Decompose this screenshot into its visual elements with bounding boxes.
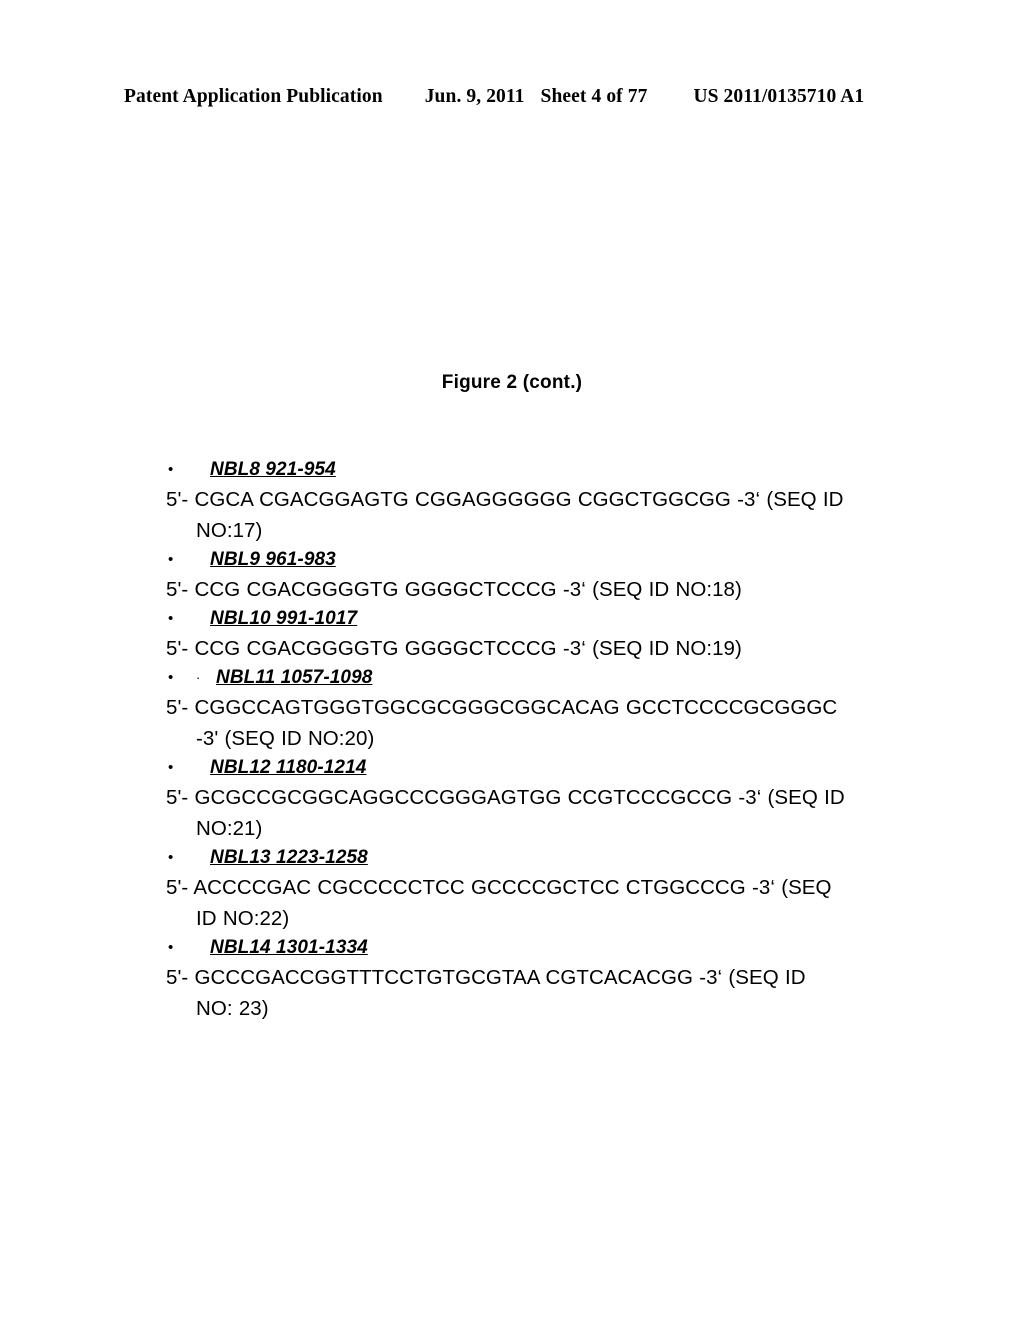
sequence-name-label: NBL12 1180-1214 xyxy=(210,757,367,778)
sequence-text-line2: NO:17) xyxy=(196,519,263,542)
bullet-icon: • xyxy=(168,849,174,866)
publication-date: Jun. 9, 2011 xyxy=(424,86,525,107)
sequence-entry: • · NBL11 1057-1098 5'- CGGCCAGTGGGTGGCG… xyxy=(166,664,886,754)
sequence-label-row: • NBL13 1223-1258 xyxy=(166,844,886,872)
sequence-entry: • NBL13 1223-1258 5'- ACCCCGAC CGCCCCCTC… xyxy=(166,844,886,934)
sequence-entry: • NBL8 921-954 5'- CGCA CGACGGAGTG CGGAG… xyxy=(166,456,886,546)
sequence-text-line2: NO: 23) xyxy=(196,997,269,1020)
bullet-icon: • xyxy=(168,759,174,776)
bullet-icon: • xyxy=(168,551,174,568)
patent-page: Patent Application Publication Jun. 9, 2… xyxy=(0,0,1024,1320)
sequence-entry: • NBL10 991-1017 5'- CCG CGACGGGGTG GGGG… xyxy=(166,605,886,664)
figure-title: Figure 2 (cont.) xyxy=(441,372,583,393)
sequence-label-row: • NBL8 921-954 xyxy=(166,456,886,484)
sequence-entry: • NBL9 961-983 5'- CCG CGACGGGGTG GGGGCT… xyxy=(166,546,886,605)
sequence-label-row: • · NBL11 1057-1098 xyxy=(166,664,886,692)
sequence-text-line1: 5'- CCG CGACGGGGTG GGGGCTCCCG -3‘ (SEQ I… xyxy=(166,637,742,660)
bullet-icon: • xyxy=(168,939,174,956)
sequence-text-line2: -3' (SEQ ID NO:20) xyxy=(196,727,375,750)
publication-label: Patent Application Publication xyxy=(124,86,383,107)
sequence-text-line1: 5'- GCCCGACCGGTTTCCTGTGCGTAA CGTCACACGG … xyxy=(166,966,806,989)
sequence-label-row: • NBL9 961-983 xyxy=(166,546,886,574)
sequence-label-row: • NBL10 991-1017 xyxy=(166,605,886,633)
sequence-text-line1: 5'- GCGCCGCGGCAGGCCCGGGAGTGG CCGTCCCGCCG… xyxy=(166,786,845,809)
patent-running-header: Patent Application Publication Jun. 9, 2… xyxy=(124,86,900,112)
bullet-icon: • xyxy=(168,610,174,627)
sequence-text-line1: 5'- CGGCCAGTGGGTGGCGCGGGCGGCACAG GCCTCCC… xyxy=(166,696,838,719)
sequence-entry: • NBL14 1301-1334 5'- GCCCGACCGGTTTCCTGT… xyxy=(166,934,886,1024)
sequence-list: • NBL8 921-954 5'- CGCA CGACGGAGTG CGGAG… xyxy=(166,456,886,1024)
sequence-text-line1: 5'- CGCA CGACGGAGTG CGGAGGGGGG CGGCTGGCG… xyxy=(166,488,844,511)
sequence-name-label: NBL13 1223-1258 xyxy=(210,847,368,868)
sequence-text-line1: 5'- CCG CGACGGGGTG GGGGCTCCCG -3‘ (SEQ I… xyxy=(166,578,742,601)
sequence-name-label: NBL14 1301-1334 xyxy=(210,937,368,958)
sequence-name-label: NBL11 1057-1098 xyxy=(216,667,373,688)
sequence-name-label: NBL10 991-1017 xyxy=(210,608,358,629)
bullet-icon: • xyxy=(168,669,174,686)
sequence-entry: • NBL12 1180-1214 5'- GCGCCGCGGCAGGCCCGG… xyxy=(166,754,886,844)
sequence-name-label: NBL8 921-954 xyxy=(210,459,336,480)
stray-dot-artifact-icon: · xyxy=(196,670,201,685)
sequence-label-row: • NBL14 1301-1334 xyxy=(166,934,886,962)
sequence-text-line2: ID NO:22) xyxy=(196,907,290,930)
sheet-number: Sheet 4 of 77 xyxy=(540,86,648,107)
sequence-text-line2: NO:21) xyxy=(196,817,263,840)
sequence-label-row: • NBL12 1180-1214 xyxy=(166,754,886,782)
document-number: US 2011/0135710 A1 xyxy=(693,86,865,107)
bullet-icon: • xyxy=(168,461,174,478)
sequence-name-label: NBL9 961-983 xyxy=(210,549,336,570)
sequence-text-line1: 5'- ACCCCGAC CGCCCCCTCC GCCCCGCTCC CTGGC… xyxy=(166,876,832,899)
